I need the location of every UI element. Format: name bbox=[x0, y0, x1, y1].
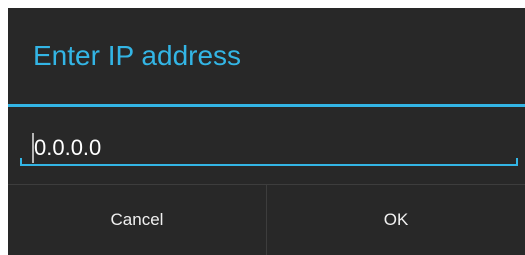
ip-address-input[interactable]: 0.0.0.0 bbox=[20, 128, 518, 166]
input-underline-left-tick bbox=[20, 158, 22, 166]
dialog-button-bar: Cancel OK bbox=[8, 185, 525, 255]
dialog-title: Enter IP address bbox=[33, 40, 242, 71]
dialog-title-bar: Enter IP address bbox=[8, 8, 525, 104]
input-underline-right-tick bbox=[516, 158, 518, 166]
cancel-button-label: Cancel bbox=[110, 210, 164, 229]
ok-button[interactable]: OK bbox=[267, 185, 525, 255]
ip-address-dialog: Enter IP address 0.0.0.0 Cancel OK bbox=[8, 8, 525, 255]
input-area: 0.0.0.0 bbox=[8, 107, 525, 184]
cancel-button[interactable]: Cancel bbox=[8, 185, 266, 255]
input-underline bbox=[20, 164, 518, 166]
ok-button-label: OK bbox=[383, 210, 409, 229]
text-cursor bbox=[32, 133, 34, 163]
ip-address-value: 0.0.0.0 bbox=[34, 135, 102, 160]
